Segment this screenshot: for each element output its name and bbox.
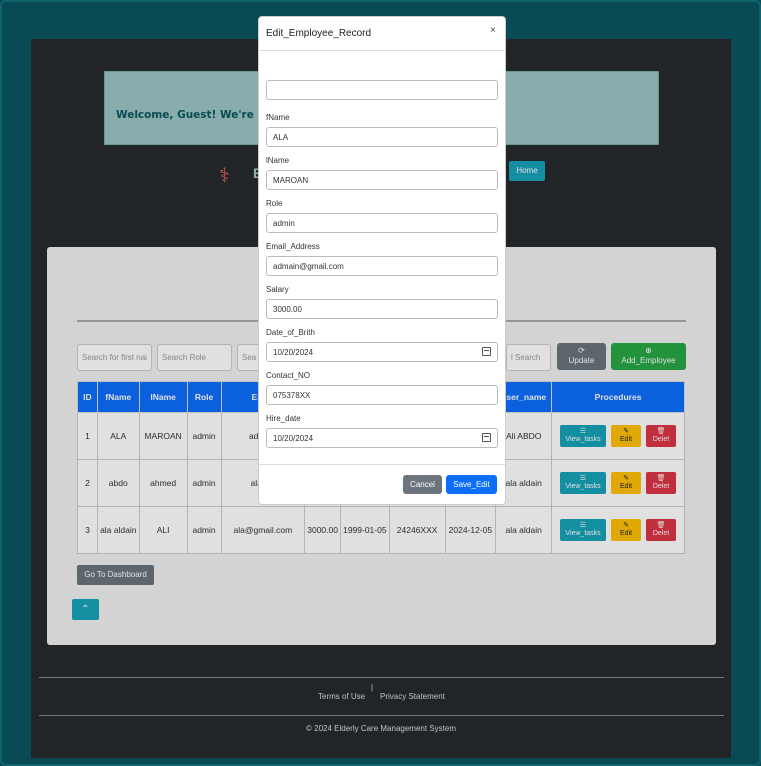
cancel-button[interactable]: Cancel	[403, 475, 442, 494]
birth-date-value: 10/20/2024	[273, 348, 314, 357]
email-label: Email_Address	[266, 242, 320, 251]
calendar-icon[interactable]	[482, 347, 491, 356]
hire-date-label: Hire_date	[266, 414, 301, 423]
birth-date-field[interactable]: 10/20/2024	[266, 342, 498, 362]
salary-label: Salary	[266, 285, 289, 294]
modal-header: Edit_Employee_Record ×	[259, 17, 505, 51]
close-icon[interactable]: ×	[490, 25, 496, 36]
fname-field[interactable]: ALA	[266, 127, 498, 147]
fname-label: fName	[266, 113, 290, 122]
calendar-icon[interactable]	[482, 433, 491, 442]
hire-date-value: 10/20/2024	[273, 434, 314, 443]
role-field[interactable]: admin	[266, 213, 498, 233]
hire-date-field[interactable]: 10/20/2024	[266, 428, 498, 448]
modal-footer-divider	[259, 464, 505, 465]
modal-title: Edit_Employee_Record	[266, 28, 372, 39]
salary-field[interactable]: 3000.00	[266, 299, 498, 319]
role-label: Role	[266, 199, 283, 208]
lname-field[interactable]: MAROAN	[266, 170, 498, 190]
employee-id-field[interactable]	[266, 80, 498, 100]
contact-field[interactable]: 075378XX	[266, 385, 498, 405]
email-field[interactable]: admain@gmail.com	[266, 256, 498, 276]
save-edit-button[interactable]: Save_Edit	[446, 475, 497, 494]
lname-label: lName	[266, 156, 290, 165]
edit-employee-modal: Edit_Employee_Record × fName ALA lName M…	[258, 16, 506, 505]
contact-label: Contact_NO	[266, 371, 311, 380]
birth-date-label: Date_of_Brith	[266, 328, 315, 337]
